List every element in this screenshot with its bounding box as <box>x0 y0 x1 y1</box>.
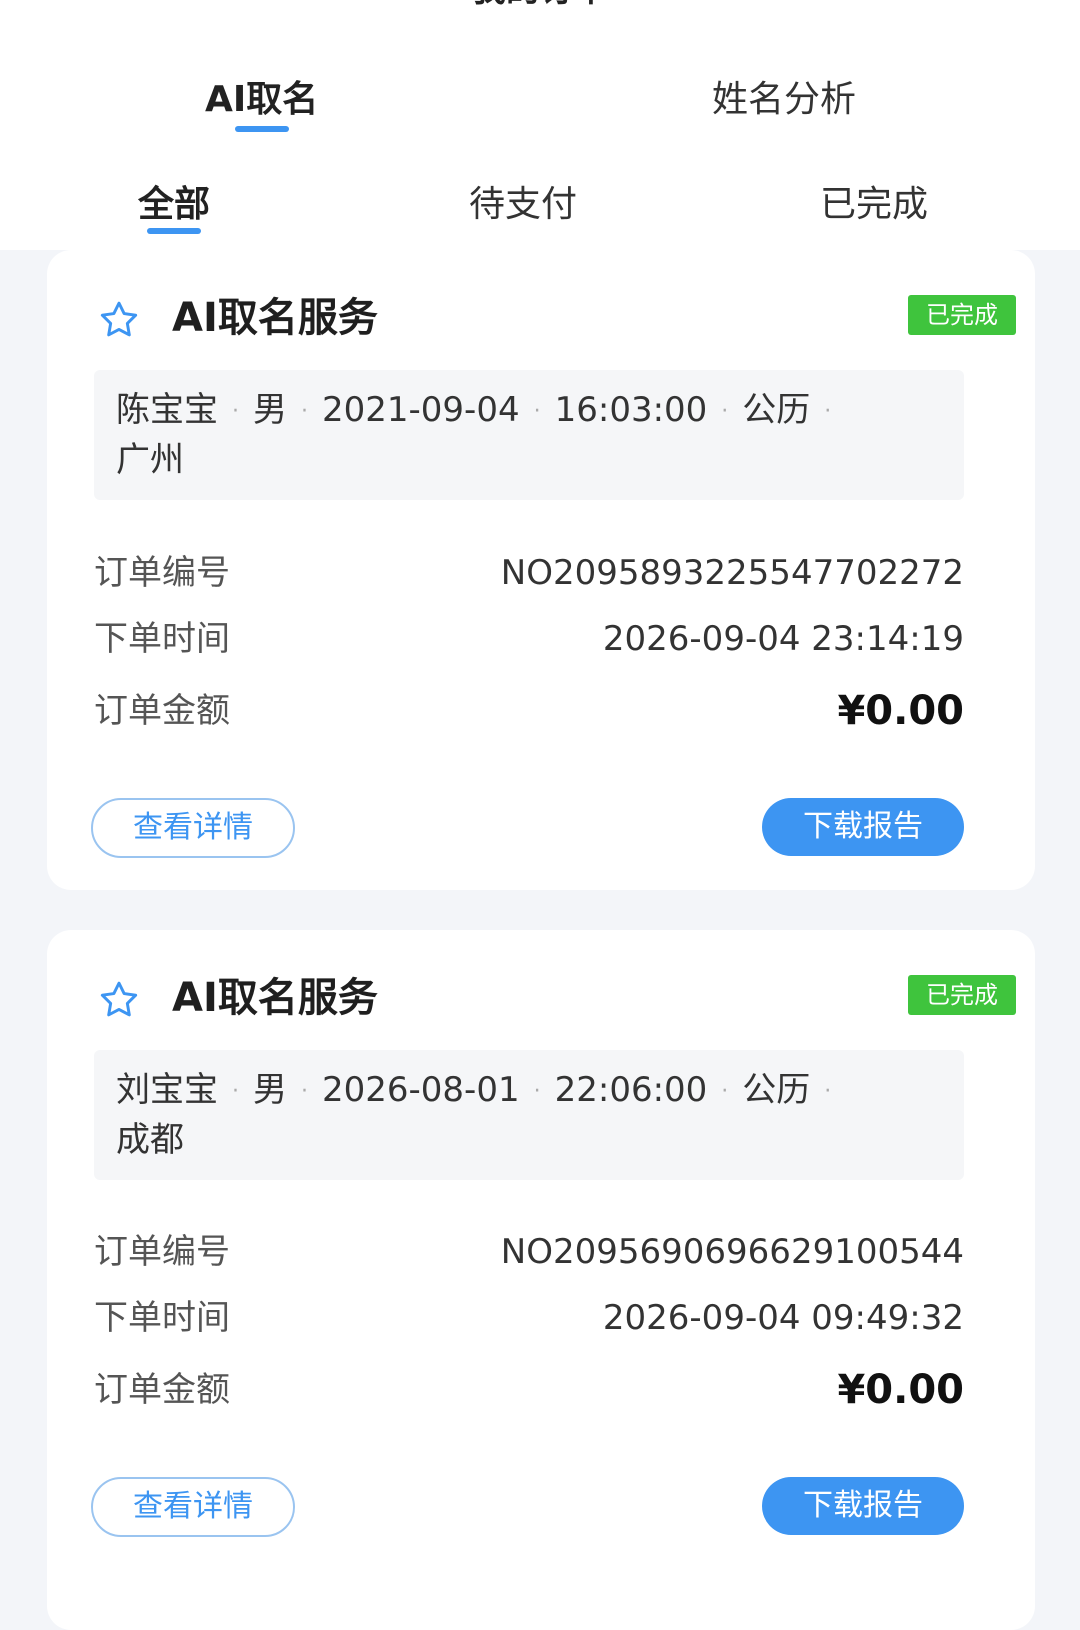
order-no-row: 订单编号 NO2095893225547702272 <box>94 548 964 598</box>
order-no-value: NO2095893225547702272 <box>500 553 964 593</box>
birth-city: 成都 <box>116 1119 184 1160</box>
birth-info: 陈宝宝 · 男 · 2021-09-04 · 16:03:00 · 公历 · 广州 <box>116 390 832 480</box>
view-details-button[interactable]: 查看详情 <box>91 1477 295 1537</box>
order-time-value: 2026-09-04 09:49:32 <box>602 1298 964 1338</box>
order-no-label: 订单编号 <box>94 1232 230 1272</box>
order-time-row: 下单时间 2026-09-04 23:14:19 <box>94 614 964 664</box>
order-no-label: 订单编号 <box>94 553 230 593</box>
tab-completed[interactable]: 已完成 <box>820 175 928 227</box>
gender: 男 <box>253 390 287 430</box>
birth-info: 刘宝宝 · 男 · 2026-08-01 · 22:06:00 · 公历 · 成都 <box>116 1070 832 1160</box>
order-time-label: 下单时间 <box>94 619 230 659</box>
calendar-type: 公历 <box>742 390 811 430</box>
tab-label: 姓名分析 <box>712 79 857 120</box>
tab-label: 全部 <box>138 184 211 225</box>
order-card: AI取名服务 已完成 陈宝宝 · 男 · 2021-09-04 · 16:03:00 · 公历 ·… <box>47 250 1035 890</box>
calendar-type: 公历 <box>742 1070 811 1110</box>
birth-info-box: 陈宝宝 · 男 · 2021-09-04 · 16:03:00 · 公历 · 广州 <box>94 370 964 500</box>
top-header: 我的订单 AI取名 姓名分析 全部 待支付 已完成 <box>0 0 1080 250</box>
order-card-header: AI取名服务 已完成 <box>97 968 1016 1028</box>
order-no-row: 订单编号 NO2095690696629100544 <box>94 1227 964 1277</box>
service-title: AI取名服务 <box>172 295 378 341</box>
birth-city: 广州 <box>116 439 184 480</box>
status-badge: 已完成 <box>908 975 1016 1015</box>
birth-info-box: 刘宝宝 · 男 · 2026-08-01 · 22:06:00 · 公历 · 成都 <box>94 1050 964 1180</box>
gender: 男 <box>253 1070 287 1110</box>
amount-label: 订单金额 <box>94 691 230 731</box>
tab-name-analysis[interactable]: 姓名分析 <box>712 70 856 122</box>
birth-time: 16:03:00 <box>554 390 708 430</box>
star-outline-icon <box>100 301 138 337</box>
star-outline-icon <box>100 981 138 1017</box>
order-time-label: 下单时间 <box>94 1298 230 1338</box>
tab-label: AI取名 <box>205 79 319 120</box>
amount-label: 订单金额 <box>94 1370 230 1410</box>
order-card: AI取名服务 已完成 刘宝宝 · 男 · 2026-08-01 · 22:06:00 · 公历 ·… <box>47 930 1035 1630</box>
tab-pending-payment[interactable]: 待支付 <box>469 175 577 227</box>
order-time-row: 下单时间 2026-09-04 09:49:32 <box>94 1293 964 1343</box>
amount-value: ¥0.00 <box>837 1367 964 1413</box>
birth-date: 2021-09-04 <box>322 390 520 430</box>
tab-ai-naming[interactable]: AI取名 <box>205 70 319 132</box>
tab-label: 待支付 <box>469 184 578 225</box>
status-badge: 已完成 <box>908 295 1016 335</box>
service-title: AI取名服务 <box>172 975 378 1021</box>
baby-name: 陈宝宝 <box>116 390 218 430</box>
order-card-header: AI取名服务 已完成 <box>97 288 1016 348</box>
amount-row: 订单金额 ¥0.00 <box>94 686 964 736</box>
page-title: 我的订单 <box>0 0 1080 10</box>
order-time-value: 2026-09-04 23:14:19 <box>602 619 964 659</box>
baby-name: 刘宝宝 <box>116 1070 218 1110</box>
tab-label: 已完成 <box>820 184 929 225</box>
tab-all[interactable]: 全部 <box>138 175 211 234</box>
tab-active-indicator <box>234 126 289 132</box>
download-report-button[interactable]: 下载报告 <box>762 798 964 856</box>
birth-date: 2026-08-01 <box>322 1070 520 1110</box>
birth-time: 22:06:00 <box>554 1070 708 1110</box>
download-report-button[interactable]: 下载报告 <box>762 1477 964 1535</box>
amount-row: 订单金额 ¥0.00 <box>94 1365 964 1415</box>
view-details-button[interactable]: 查看详情 <box>91 798 295 858</box>
order-no-value: NO2095690696629100544 <box>500 1232 964 1272</box>
tab-active-indicator <box>147 228 201 234</box>
amount-value: ¥0.00 <box>837 688 964 734</box>
